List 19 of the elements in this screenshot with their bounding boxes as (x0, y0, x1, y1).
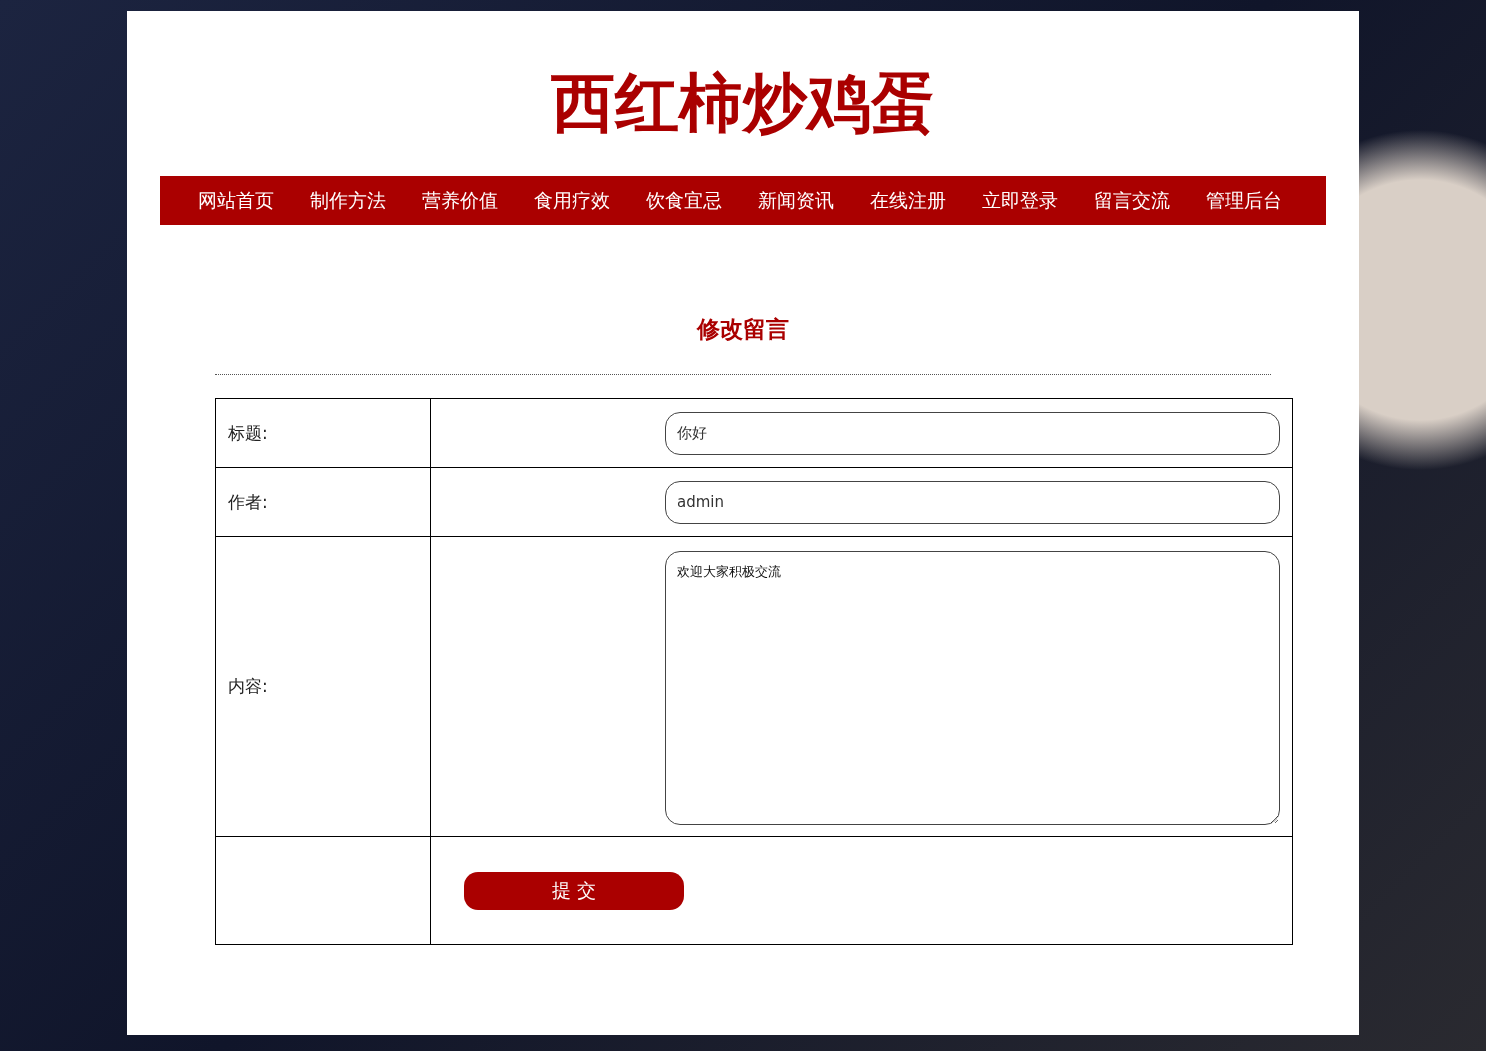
nav-link[interactable]: 制作方法 (292, 187, 404, 214)
nav-link[interactable]: 饮食宜忌 (628, 187, 740, 214)
field-label: 内容: (228, 676, 268, 696)
nav-link[interactable]: 留言交流 (1076, 187, 1188, 214)
nav-link[interactable]: 立即登录 (964, 187, 1076, 214)
text-input[interactable]: admin (665, 480, 1280, 524)
nav-link[interactable]: 营养价值 (404, 187, 516, 214)
nav-link[interactable]: 食用疗效 (516, 187, 628, 214)
field-label: 作者: (228, 491, 268, 512)
site-title: 西红柿炒鸡蛋 (550, 68, 936, 142)
form-heading: 修改留言 (695, 315, 790, 344)
nav-link[interactable]: 新闻资讯 (740, 187, 852, 214)
nav-link[interactable]: 网站首页 (180, 187, 292, 214)
content-textarea[interactable]: 欢迎大家积极交流 (665, 550, 1280, 825)
field-label: 标题: (228, 422, 268, 443)
submit-button[interactable]: 提 交 (464, 871, 684, 910)
text-input[interactable]: 你好 (665, 411, 1280, 455)
nav-link[interactable]: 管理后台 (1188, 187, 1300, 214)
nav-link[interactable]: 在线注册 (852, 187, 964, 214)
